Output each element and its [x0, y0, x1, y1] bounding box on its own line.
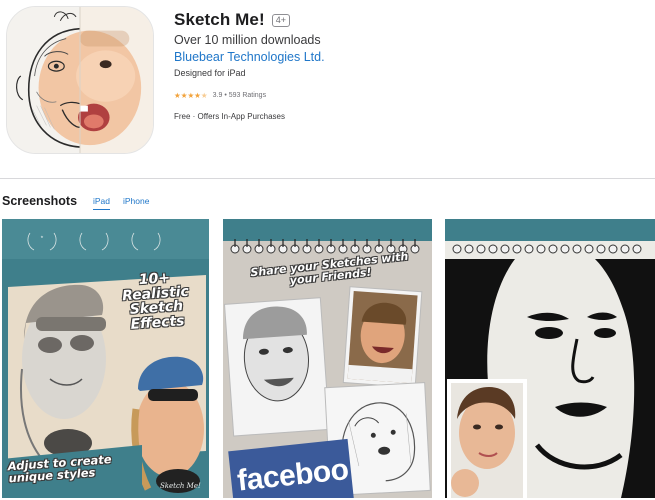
app-icon — [6, 6, 154, 154]
rating-text: 3.9 • 593 Ratings — [212, 91, 267, 99]
screenshot-1-brand: Sketch Me! — [160, 482, 201, 490]
section-divider — [0, 178, 655, 179]
award-badge-1: ★ — [40, 235, 44, 239]
designed-for-label: Designed for iPad — [174, 68, 246, 78]
screenshot-1-headline: 10+ Realistic Sketch Effects — [121, 269, 190, 333]
rating-stars-icon: ★★★★★ — [174, 90, 208, 100]
screenshots-heading: Screenshots — [2, 194, 78, 208]
screenshot-1[interactable]: ★ 10+ Realistic Sketch Effects Adjust to… — [2, 219, 209, 498]
tab-iphone[interactable]: iPhone — [123, 196, 149, 209]
screenshot-3[interactable] — [445, 219, 655, 498]
app-subtitle: Over 10 million downloads — [174, 33, 321, 47]
age-rating-badge: 4+ — [271, 13, 291, 27]
title-row: Sketch Me! 4+ — [174, 9, 644, 31]
app-title: Sketch Me! — [174, 10, 265, 29]
tab-ipad[interactable]: iPad — [93, 196, 111, 210]
developer-link[interactable]: Bluebear Technologies Ltd. — [174, 50, 644, 66]
screenshot-2[interactable]: Share your Sketches with your Friends! f… — [223, 219, 432, 498]
app-info: Sketch Me! 4+ Over 10 million downloads … — [174, 9, 644, 123]
rating-row: ★★★★★ 3.9 • 593 Ratings — [174, 89, 644, 101]
price-label: Free · Offers In-App Purchases — [174, 112, 286, 121]
